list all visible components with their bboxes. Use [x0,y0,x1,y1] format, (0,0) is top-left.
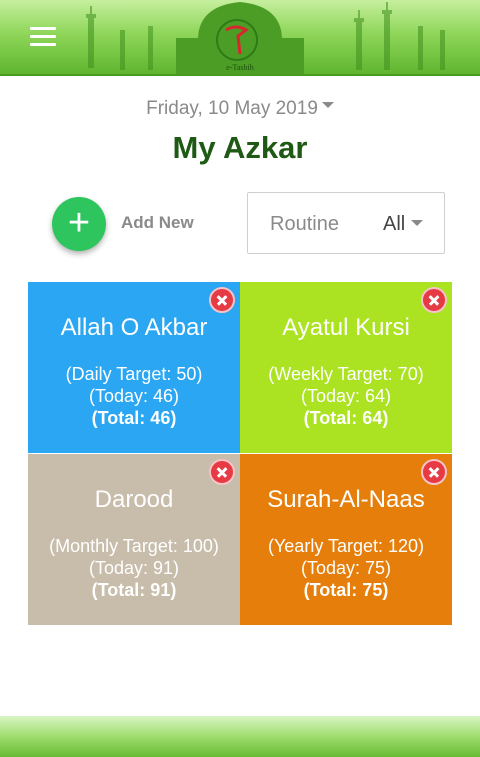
zikr-card[interactable]: Allah O Akbar (Daily Target: 50) (Today:… [28,282,240,453]
add-new-button[interactable]: + [52,197,106,251]
zikr-total: (Total: 91) [91,580,177,600]
routine-filter: Routine All [247,192,445,254]
routine-selected-value: All [383,213,406,235]
app-footer [0,716,480,757]
zikr-title: Ayatul Kursi [282,314,410,341]
close-icon[interactable] [209,459,235,485]
zikr-today: (Today: 64) [300,386,392,406]
add-new-label[interactable]: Add New [121,213,194,233]
azkar-grid: Allah O Akbar (Daily Target: 50) (Today:… [28,282,452,625]
zikr-target: (Monthly Target: 100) [49,536,219,556]
close-icon[interactable] [421,459,447,485]
zikr-today: (Today: 46) [88,386,180,406]
zikr-total: (Total: 64) [303,408,389,428]
zikr-total: (Total: 46) [91,408,177,428]
close-icon[interactable] [209,287,235,313]
zikr-total: (Total: 75) [303,580,389,600]
zikr-title: Darood [94,486,174,513]
zikr-card[interactable]: Darood (Monthly Target: 100) (Today: 91)… [28,454,240,625]
routine-dropdown[interactable]: All [383,213,424,236]
zikr-card[interactable]: Ayatul Kursi (Weekly Target: 70) (Today:… [240,282,452,453]
zikr-target: (Weekly Target: 70) [268,364,424,384]
zikr-target: (Yearly Target: 120) [267,536,425,556]
zikr-title: Allah O Akbar [60,314,208,341]
zikr-target: (Daily Target: 50) [65,364,203,384]
hamburger-menu-icon[interactable] [30,27,56,47]
zikr-today: (Today: 75) [300,558,392,578]
zikr-today: (Today: 91) [88,558,180,578]
date-selector[interactable]: Friday, 10 May 2019 [0,98,480,120]
plus-icon: + [67,202,91,244]
zikr-card[interactable]: Surah-Al-Naas (Yearly Target: 120) (Toda… [240,454,452,625]
mosque-logo: e-Tasbih [86,2,445,74]
chevron-down-icon [411,220,424,226]
routine-label: Routine [270,213,339,235]
chevron-down-icon [321,101,334,108]
app-header: e-Tasbih [0,0,480,76]
page-title: My Azkar [172,130,308,165]
close-icon[interactable] [421,287,447,313]
logo-text: e-Tasbih [226,63,253,72]
date-label: Friday, 10 May 2019 [146,98,318,119]
zikr-title: Surah-Al-Naas [267,486,425,513]
